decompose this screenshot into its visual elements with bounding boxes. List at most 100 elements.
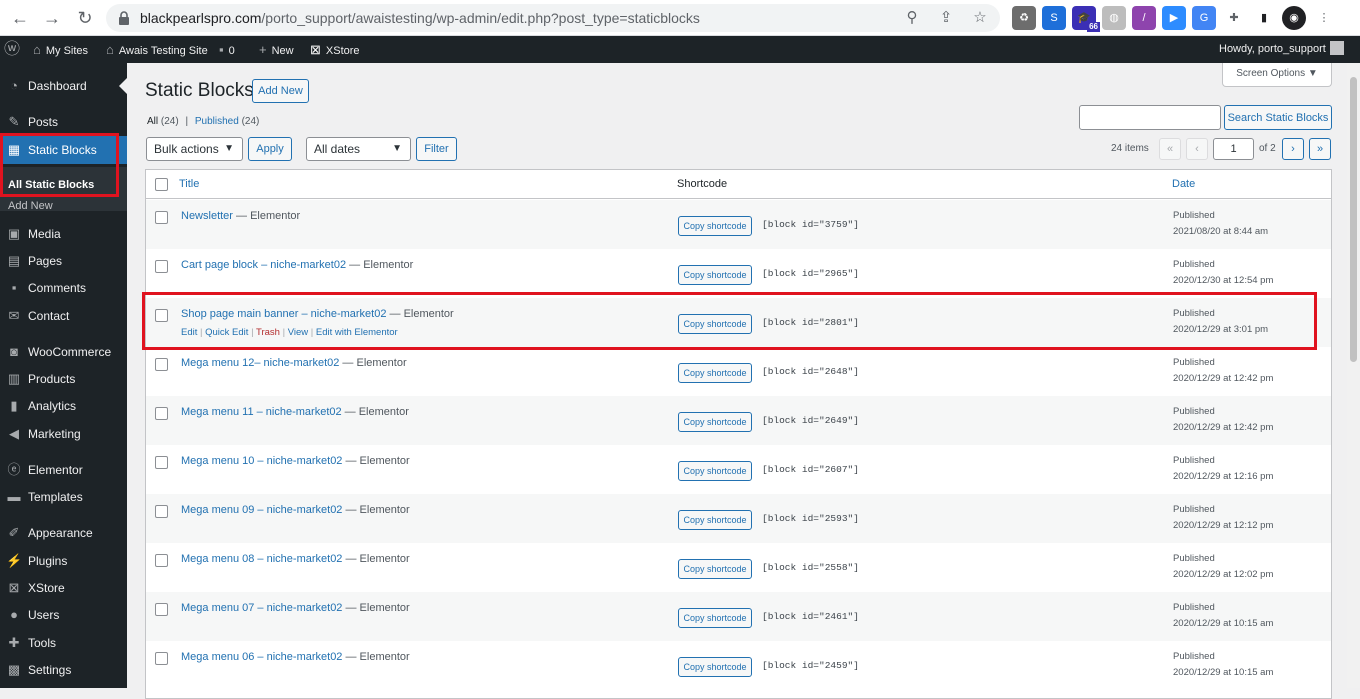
row-title-link[interactable]: Cart page block – niche-market02 [181,259,346,271]
woo-icon: ◙ [10,344,18,359]
recycle-extension-icon[interactable]: ♻ [1012,6,1036,30]
row-checkbox[interactable] [155,260,168,273]
sidebar-item-marketing[interactable]: ◀ Marketing [0,422,127,446]
publish-date: 2020/12/30 at 12:54 pm [1173,275,1274,286]
zoom-extension-icon[interactable]: ▶ [1162,6,1186,30]
forward-arrow-icon[interactable]: → [40,6,64,30]
prev-page-button[interactable]: ‹ [1186,138,1208,160]
wordpress-logo-icon[interactable]: ⓦ [4,36,25,63]
column-title-header[interactable]: Title [179,178,199,190]
copy-shortcode-button[interactable]: Copy shortcode [678,265,752,285]
profile-icon[interactable]: ◉ [1282,6,1306,30]
sidebar-item-media[interactable]: ▣ Media [0,222,127,246]
s-extension-icon[interactable]: S [1042,6,1066,30]
table-header: Title Shortcode Date [146,170,1331,199]
page-scrollbar[interactable] [1347,63,1360,688]
sidebar-item-dashboard[interactable]: ◔ Dashboard [0,74,127,98]
next-page-button[interactable]: › [1282,138,1304,160]
row-title-link[interactable]: Mega menu 11 – niche-market02 [181,406,342,418]
back-arrow-icon[interactable]: ← [8,6,32,30]
graduation-extension-icon[interactable]: 🎓 66 [1072,6,1100,32]
screen-options-button[interactable]: Screen Options ▼ [1222,63,1332,87]
address-bar[interactable]: blackpearlspro.com/porto_support/awaiste… [106,4,1000,32]
sidepanel-icon[interactable]: ▮ [1252,6,1276,30]
copy-shortcode-button[interactable]: Copy shortcode [678,657,752,677]
copy-shortcode-button[interactable]: Copy shortcode [678,412,752,432]
filter-published[interactable]: Published [195,116,239,127]
row-checkbox[interactable] [155,554,168,567]
apply-button[interactable]: Apply [248,137,292,161]
globe-extension-icon[interactable]: ◍ [1102,6,1126,30]
shortcode-text: [block id="3759"] [762,219,859,230]
sidebar-item-pages[interactable]: ▤ Pages [0,249,127,273]
sidebar-item-tools[interactable]: ✚ Tools [0,631,127,655]
my-sites-link[interactable]: ⌂ My Sites [33,36,88,63]
zoom-icon[interactable]: ⚲ [902,8,922,28]
sidebar-item-appearance[interactable]: ✐ Appearance [0,521,127,545]
dates-select[interactable]: All dates ▼ [306,137,411,161]
copy-shortcode-button[interactable]: Copy shortcode [678,559,752,579]
row-title-link[interactable]: Mega menu 07 – niche-market02 [181,602,342,614]
comments-link[interactable]: ▪ 0 [219,36,235,63]
bulk-actions-select[interactable]: Bulk actions ▼ [146,137,243,161]
wrench-icon: ✚ [8,635,20,650]
reload-icon[interactable]: ↻ [73,6,97,30]
row-title-link[interactable]: Mega menu 10 – niche-market02 [181,455,342,467]
scrollbar-thumb[interactable] [1350,77,1357,362]
copy-shortcode-button[interactable]: Copy shortcode [678,216,752,236]
add-new-button[interactable]: Add New [252,79,309,103]
select-all-checkbox[interactable] [155,178,168,191]
row-title-link[interactable]: Mega menu 09 – niche-market02 [181,504,342,516]
translate-extension-icon[interactable]: G [1192,6,1216,30]
row-title-link[interactable]: Mega menu 08 – niche-market02 [181,553,342,565]
sidebar-item-posts[interactable]: ✎ Posts [0,110,127,134]
browser-chrome: ← → ↻ blackpearlspro.com/porto_support/a… [0,0,1360,36]
last-page-button[interactable]: » [1309,138,1331,160]
sidebar-item-settings[interactable]: ▩ Settings [0,658,127,682]
sidebar-item-woocommerce[interactable]: ◙ WooCommerce [0,340,127,364]
table-row: Mega menu 06 – niche-market02 — Elemento… [146,641,1331,690]
sidebar-item-users[interactable]: ● Users [0,603,127,627]
puzzle-extensions-icon[interactable]: ✚ [1222,6,1246,30]
row-checkbox[interactable] [155,211,168,224]
search-input[interactable] [1079,105,1221,130]
submenu-add-new[interactable]: Add New [8,200,53,212]
sidebar-item-elementor[interactable]: ⓔ Elementor [0,458,127,482]
first-page-button[interactable]: « [1159,138,1181,160]
share-icon[interactable]: ⇪ [936,8,956,28]
filter-all[interactable]: All [147,116,158,127]
column-date-header[interactable]: Date [1172,178,1195,190]
row-checkbox[interactable] [155,603,168,616]
sidebar-item-templates[interactable]: ▬ Templates [0,485,127,509]
xstore-link[interactable]: ⊠ XStore [310,36,360,63]
bookmark-star-icon[interactable]: ☆ [970,8,990,28]
row-checkbox[interactable] [155,652,168,665]
sidebar-item-products[interactable]: ▥ Products [0,367,127,391]
row-checkbox[interactable] [155,505,168,518]
current-page-input[interactable]: 1 [1213,138,1254,160]
copy-shortcode-button[interactable]: Copy shortcode [678,510,752,530]
new-content-link[interactable]: + New [259,36,294,63]
row-checkbox[interactable] [155,456,168,469]
sidebar-item-label: Posts [28,115,59,129]
sidebar-item-analytics[interactable]: ▮ Analytics [0,394,127,418]
filter-button[interactable]: Filter [416,137,457,161]
account-menu[interactable]: Howdy, porto_support [1219,36,1344,63]
chrome-menu-icon[interactable]: ⋮ [1312,6,1336,30]
row-checkbox[interactable] [155,358,168,371]
sidebar-item-plugins[interactable]: ⚡ Plugins [0,549,127,573]
row-title-suffix: — Elementor [232,210,301,222]
sidebar-item-xstore[interactable]: ⊠ XStore [0,576,127,600]
row-title-link[interactable]: Mega menu 12– niche-market02 [181,357,339,369]
site-name-link[interactable]: ⌂ Awais Testing Site [106,36,208,63]
row-checkbox[interactable] [155,407,168,420]
row-title-link[interactable]: Mega menu 06 – niche-market02 [181,651,342,663]
row-title-link[interactable]: Newsletter [181,210,233,222]
pen-extension-icon[interactable]: / [1132,6,1156,30]
sidebar-item-contact[interactable]: ✉ Contact [0,304,127,328]
copy-shortcode-button[interactable]: Copy shortcode [678,363,752,383]
sidebar-item-comments[interactable]: ▪ Comments [0,276,127,300]
search-static-blocks-button[interactable]: Search Static Blocks [1224,105,1332,130]
copy-shortcode-button[interactable]: Copy shortcode [678,608,752,628]
copy-shortcode-button[interactable]: Copy shortcode [678,461,752,481]
